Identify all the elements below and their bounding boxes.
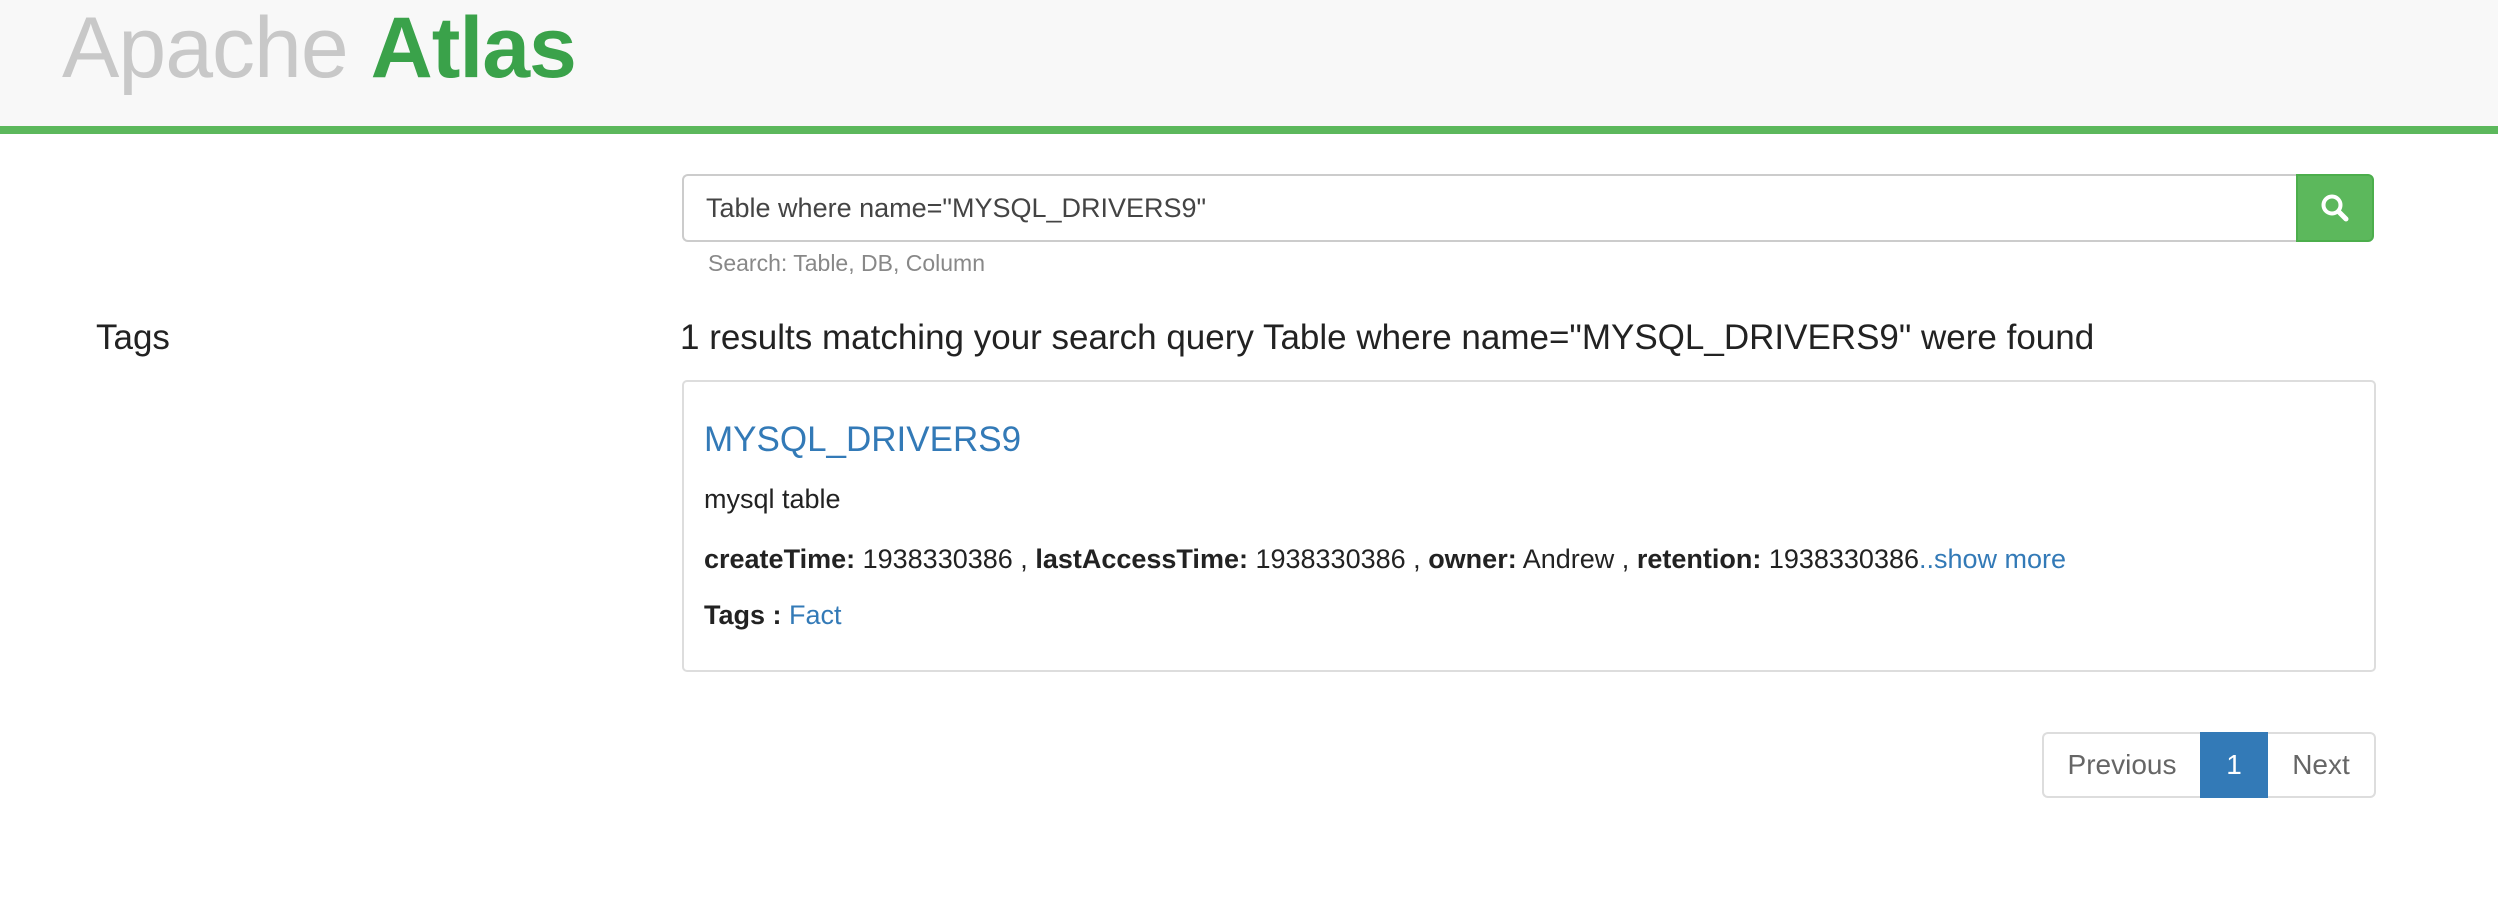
- app-header: Apache Atlas: [0, 0, 2498, 134]
- result-title-link[interactable]: MYSQL_DRIVERS9: [704, 420, 1021, 460]
- logo-atlas-text: Atlas: [370, 0, 577, 96]
- pagination: Previous 1 Next: [2042, 732, 2376, 798]
- search-hint: Search: Table, DB, Column: [708, 250, 985, 276]
- next-page-button[interactable]: Next: [2268, 732, 2376, 798]
- search-bar: [682, 174, 2374, 242]
- search-input[interactable]: [682, 174, 2296, 242]
- attr-value-createtime: 1938330386: [862, 544, 1013, 574]
- attr-separator: ,: [1621, 544, 1630, 574]
- show-more-link[interactable]: ..show more: [1919, 544, 2066, 574]
- result-tags: Tags : Fact: [704, 600, 842, 631]
- attr-separator: ,: [1413, 544, 1421, 574]
- tags-label: Tags :: [704, 600, 782, 630]
- attr-value-owner: Andrew: [1522, 544, 1615, 574]
- search-button[interactable]: [2296, 174, 2374, 242]
- previous-page-button[interactable]: Previous: [2042, 732, 2200, 798]
- attr-value-retention: 1938330386: [1768, 544, 1919, 574]
- result-description: mysql table: [704, 484, 841, 514]
- attr-separator: ,: [1020, 544, 1028, 574]
- attr-key-owner: owner:: [1428, 544, 1517, 574]
- result-attributes: createTime: 1938330386 , lastAccessTime:…: [704, 544, 2066, 575]
- attr-key-createtime: createTime:: [704, 544, 856, 574]
- search-icon: [2321, 194, 2349, 222]
- apache-atlas-logo[interactable]: Apache Atlas: [62, 0, 577, 96]
- result-card: MYSQL_DRIVERS9 mysql table createTime: 1…: [682, 380, 2376, 672]
- tag-link-fact[interactable]: Fact: [789, 600, 842, 630]
- logo-apache-text: Apache: [62, 0, 349, 96]
- results-summary: 1 results matching your search query Tab…: [680, 318, 2095, 357]
- attr-key-lastaccesstime: lastAccessTime:: [1035, 544, 1248, 574]
- tags-heading: Tags: [96, 318, 170, 357]
- attr-key-retention: retention:: [1636, 544, 1762, 574]
- attr-value-lastaccesstime: 1938330386: [1255, 544, 1406, 574]
- page-1-button[interactable]: 1: [2200, 732, 2268, 798]
